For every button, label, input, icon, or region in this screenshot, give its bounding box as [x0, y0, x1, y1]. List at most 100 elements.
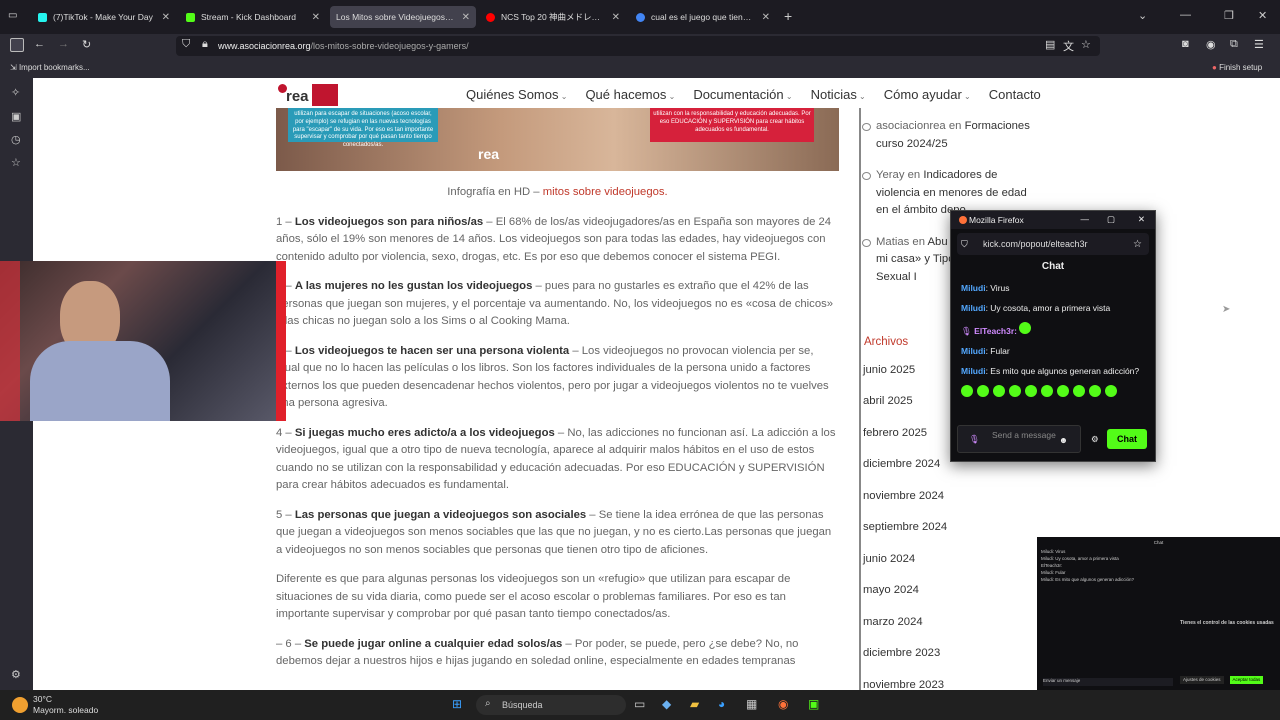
new-tab-icon[interactable]: +: [784, 8, 792, 24]
emote-icon[interactable]: [1073, 385, 1085, 397]
archive-link[interactable]: junio 2024: [863, 553, 915, 565]
nav-quienes-somos[interactable]: Quiénes Somos ⌄: [466, 87, 567, 102]
tab-list-icon[interactable]: ▭: [8, 10, 17, 21]
emote-icon[interactable]: [1025, 385, 1037, 397]
nav-contacto[interactable]: Contacto: [989, 87, 1041, 102]
shield-icon[interactable]: ⛉: [961, 239, 968, 250]
myth-paragraph: 1 – Los videojuegos son para niños/as – …: [276, 214, 839, 267]
chat-username[interactable]: Miludi: [961, 366, 986, 376]
back-icon[interactable]: ←: [34, 38, 45, 50]
nav-que-hacemos[interactable]: Qué hacemos ⌄: [585, 87, 675, 102]
emote-icon[interactable]: [1105, 385, 1117, 397]
close-icon[interactable]: ✕: [1138, 214, 1145, 225]
emote-icon[interactable]: [1041, 385, 1053, 397]
weather-desc[interactable]: Mayorm. soleado: [33, 705, 98, 715]
tab-label: Los Mitos sobre Videojuegos y Gamers: [336, 12, 456, 22]
archive-link[interactable]: noviembre 2023: [863, 679, 944, 689]
chat-send-button[interactable]: Chat: [1107, 429, 1147, 449]
account-icon[interactable]: ◉: [1206, 38, 1216, 51]
taskbar-search[interactable]: Búsqueda: [476, 695, 626, 715]
bookmark-star-icon[interactable]: ☆: [1133, 239, 1142, 250]
popout-url-bar[interactable]: kick.com/popout/elteach3r: [957, 233, 1149, 255]
tab-mitos[interactable]: Los Mitos sobre Videojuegos y Gamers ✕: [330, 6, 476, 28]
microphone-icon[interactable]: 🎙︎: [969, 434, 980, 445]
ai-chat-icon[interactable]: ✧: [11, 86, 20, 99]
forward-icon[interactable]: →: [58, 38, 69, 50]
tab-tiktok[interactable]: (7)TikTok - Make Your Day ✕: [32, 6, 176, 28]
minimize-icon[interactable]: —: [1081, 214, 1090, 224]
bookmark-star-icon[interactable]: ☆: [1081, 38, 1091, 51]
file-explorer-icon[interactable]: ▰: [690, 697, 699, 711]
synced-tabs-icon[interactable]: ▣: [11, 110, 21, 123]
nav-label: Documentación: [693, 87, 784, 102]
archive-link[interactable]: mayo 2024: [863, 584, 919, 596]
close-icon[interactable]: ✕: [162, 12, 170, 23]
archive-link[interactable]: marzo 2024: [863, 616, 923, 628]
copilot-icon[interactable]: ◆: [662, 697, 671, 711]
close-icon[interactable]: ✕: [612, 12, 620, 23]
emote-icon[interactable]: [1089, 385, 1101, 397]
screenshot-icon[interactable]: ◙: [1182, 38, 1189, 50]
emote-icon[interactable]: [961, 385, 973, 397]
tab-label: (7)TikTok - Make Your Day: [53, 12, 153, 22]
tab-youtube[interactable]: NCS Top 20 神曲メドレー! - YouTube ✕: [480, 6, 626, 28]
windows-start-icon[interactable]: ⊞: [452, 697, 462, 711]
url-bar[interactable]: www.asociacionrea.org/los-mitos-sobre-vi…: [176, 36, 1100, 56]
finish-setup-link[interactable]: ● Finish setup: [1212, 63, 1262, 72]
close-icon[interactable]: ✕: [312, 12, 320, 23]
translate-icon[interactable]: 文: [1063, 38, 1074, 54]
shield-icon[interactable]: ⛉: [182, 38, 190, 51]
chevron-down-icon[interactable]: ⌄: [1138, 9, 1147, 22]
myth-number: 4 –: [276, 426, 295, 439]
menu-icon[interactable]: ☰: [1254, 38, 1264, 51]
close-icon[interactable]: ✕: [762, 12, 770, 23]
emote-icon[interactable]: [1057, 385, 1069, 397]
store-icon[interactable]: ▦: [746, 697, 757, 711]
emote-icon[interactable]: [977, 385, 989, 397]
sidebar-toggle-icon[interactable]: [10, 38, 24, 52]
maximize-icon[interactable]: ▢: [1107, 214, 1115, 225]
emote-icon[interactable]: [993, 385, 1005, 397]
settings-icon[interactable]: ⚙: [1091, 434, 1099, 445]
nav-como-ayudar[interactable]: Cómo ayudar ⌄: [884, 87, 971, 102]
tab-google[interactable]: cual es el juego que tiene mas h ✕: [630, 6, 776, 28]
chat-username[interactable]: Miludi: [961, 346, 986, 356]
column-divider: [859, 108, 861, 690]
archive-link[interactable]: diciembre 2023: [863, 647, 940, 659]
task-view-icon[interactable]: ▭: [634, 697, 645, 711]
reader-view-icon[interactable]: ▤: [1045, 38, 1055, 51]
comment-conj: en: [904, 169, 924, 181]
reload-icon[interactable]: ↻: [82, 38, 91, 51]
sidebar-settings-icon[interactable]: ⚙: [11, 668, 21, 681]
extensions-icon[interactable]: ⧉: [1230, 38, 1238, 51]
archive-link[interactable]: abril 2025: [863, 395, 913, 407]
chat-username[interactable]: Miludi: [961, 303, 986, 313]
emoji-icon[interactable]: ☻: [1059, 435, 1068, 445]
popout-title: Mozilla Firefox: [969, 215, 1024, 225]
chat-username[interactable]: ElTeach3r:: [974, 326, 1017, 336]
close-icon[interactable]: ✕: [462, 12, 470, 23]
kick-taskbar-icon[interactable]: ▣: [808, 697, 819, 711]
infographic-image[interactable]: utilizan para escapar de situaciones (ac…: [276, 108, 839, 171]
weather-temp[interactable]: 30°C: [33, 694, 52, 704]
archive-link[interactable]: noviembre 2024: [863, 490, 944, 502]
firefox-taskbar-icon[interactable]: ◉: [778, 697, 788, 711]
infographic-link[interactable]: mitos sobre videojuegos.: [543, 186, 668, 198]
nav-noticias[interactable]: Noticias ⌄: [811, 87, 866, 102]
close-window-icon[interactable]: ✕: [1258, 9, 1267, 22]
emote-icon[interactable]: [1009, 385, 1021, 397]
archive-link[interactable]: diciembre 2024: [863, 458, 940, 470]
site-logo[interactable]: rea: [278, 84, 340, 106]
archive-link[interactable]: septiembre 2024: [863, 521, 947, 533]
tab-kick-dashboard[interactable]: Stream - Kick Dashboard ✕: [180, 6, 326, 28]
chat-username[interactable]: Miludi: [961, 283, 986, 293]
bookmarks-icon[interactable]: ☆: [11, 156, 21, 169]
nav-documentacion[interactable]: Documentación ⌄: [693, 87, 792, 102]
archive-link[interactable]: febrero 2025: [863, 427, 927, 439]
archive-link[interactable]: junio 2025: [863, 364, 915, 376]
import-bookmarks-link[interactable]: ⇲ Import bookmarks...: [10, 63, 90, 72]
edge-icon[interactable]: ◕: [718, 697, 725, 711]
history-icon[interactable]: ◷: [11, 133, 21, 146]
minimize-icon[interactable]: —: [1180, 9, 1191, 21]
maximize-icon[interactable]: ❐: [1224, 9, 1234, 22]
